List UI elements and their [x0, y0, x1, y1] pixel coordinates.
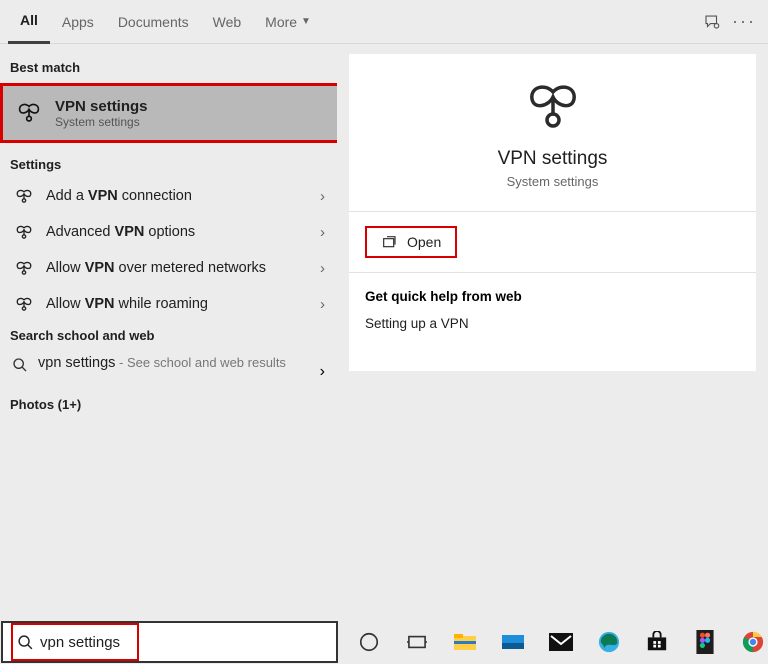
app-icon-blue[interactable] — [500, 629, 526, 655]
best-match-title: VPN settings — [55, 98, 148, 115]
tab-documents[interactable]: Documents — [106, 0, 201, 44]
open-icon — [381, 234, 397, 250]
detail-card: VPN settings System settings — [349, 54, 756, 211]
section-photos: Photos (1+) — [0, 391, 337, 418]
task-view-icon[interactable] — [404, 629, 430, 655]
vpn-icon — [15, 99, 43, 127]
detail-title: VPN settings — [349, 148, 756, 170]
open-button[interactable]: Open — [365, 226, 457, 258]
best-match-result[interactable]: VPN settings System settings — [0, 83, 337, 143]
tab-more[interactable]: More ▼ — [253, 0, 323, 44]
taskbar — [0, 620, 768, 664]
file-explorer-icon[interactable] — [452, 629, 478, 655]
results-panel: Best match VPN settings System settings … — [0, 44, 337, 620]
search-input[interactable] — [40, 634, 239, 651]
settings-row-label: Advanced VPN options — [46, 224, 320, 240]
cortana-icon[interactable] — [356, 629, 382, 655]
web-search-label: vpn settings - See school and web result… — [38, 355, 320, 371]
help-link-setup-vpn[interactable]: Setting up a VPN — [365, 316, 740, 331]
search-icon — [17, 634, 34, 651]
vpn-icon — [12, 297, 36, 312]
chrome-icon[interactable] — [740, 629, 766, 655]
more-options-icon[interactable]: ··· — [728, 11, 760, 32]
settings-row-vpn-metered[interactable]: Allow VPN over metered networks › — [0, 250, 337, 286]
figma-icon[interactable] — [692, 629, 718, 655]
search-icon — [12, 357, 28, 373]
chevron-right-icon: › — [320, 188, 325, 205]
settings-row-vpn-roaming[interactable]: Allow VPN while roaming › — [0, 286, 337, 322]
vpn-icon — [12, 225, 36, 240]
detail-subtitle: System settings — [349, 174, 756, 189]
section-best-match: Best match — [0, 54, 337, 81]
mail-icon[interactable] — [548, 629, 574, 655]
edge-icon[interactable] — [596, 629, 622, 655]
vpn-icon — [12, 261, 36, 276]
settings-row-label: Add a VPN connection — [46, 188, 320, 204]
vpn-icon — [12, 189, 36, 204]
chevron-right-icon: › — [320, 224, 325, 241]
section-search-web: Search school and web — [0, 322, 337, 349]
feedback-icon[interactable] — [696, 13, 728, 31]
section-settings: Settings — [0, 151, 337, 178]
web-search-row[interactable]: vpn settings - See school and web result… — [0, 349, 337, 391]
chevron-down-icon: ▼ — [301, 16, 311, 27]
store-icon[interactable] — [644, 629, 670, 655]
settings-row-advanced-vpn[interactable]: Advanced VPN options › — [0, 214, 337, 250]
search-box[interactable] — [1, 621, 338, 663]
chevron-right-icon: › — [320, 363, 325, 381]
vpn-icon — [523, 80, 583, 134]
settings-row-label: Allow VPN while roaming — [46, 296, 320, 312]
quick-help-heading: Get quick help from web — [365, 289, 740, 304]
chevron-right-icon: › — [320, 296, 325, 313]
search-tabs: All Apps Documents Web More ▼ ··· — [0, 0, 768, 44]
tab-all[interactable]: All — [8, 0, 50, 44]
tab-web[interactable]: Web — [201, 0, 254, 44]
settings-row-add-vpn[interactable]: Add a VPN connection › — [0, 178, 337, 214]
settings-row-label: Allow VPN over metered networks — [46, 260, 320, 276]
detail-panel: VPN settings System settings Open Get qu… — [337, 44, 768, 620]
chevron-right-icon: › — [320, 260, 325, 277]
best-match-subtitle: System settings — [55, 115, 148, 129]
tab-apps[interactable]: Apps — [50, 0, 106, 44]
